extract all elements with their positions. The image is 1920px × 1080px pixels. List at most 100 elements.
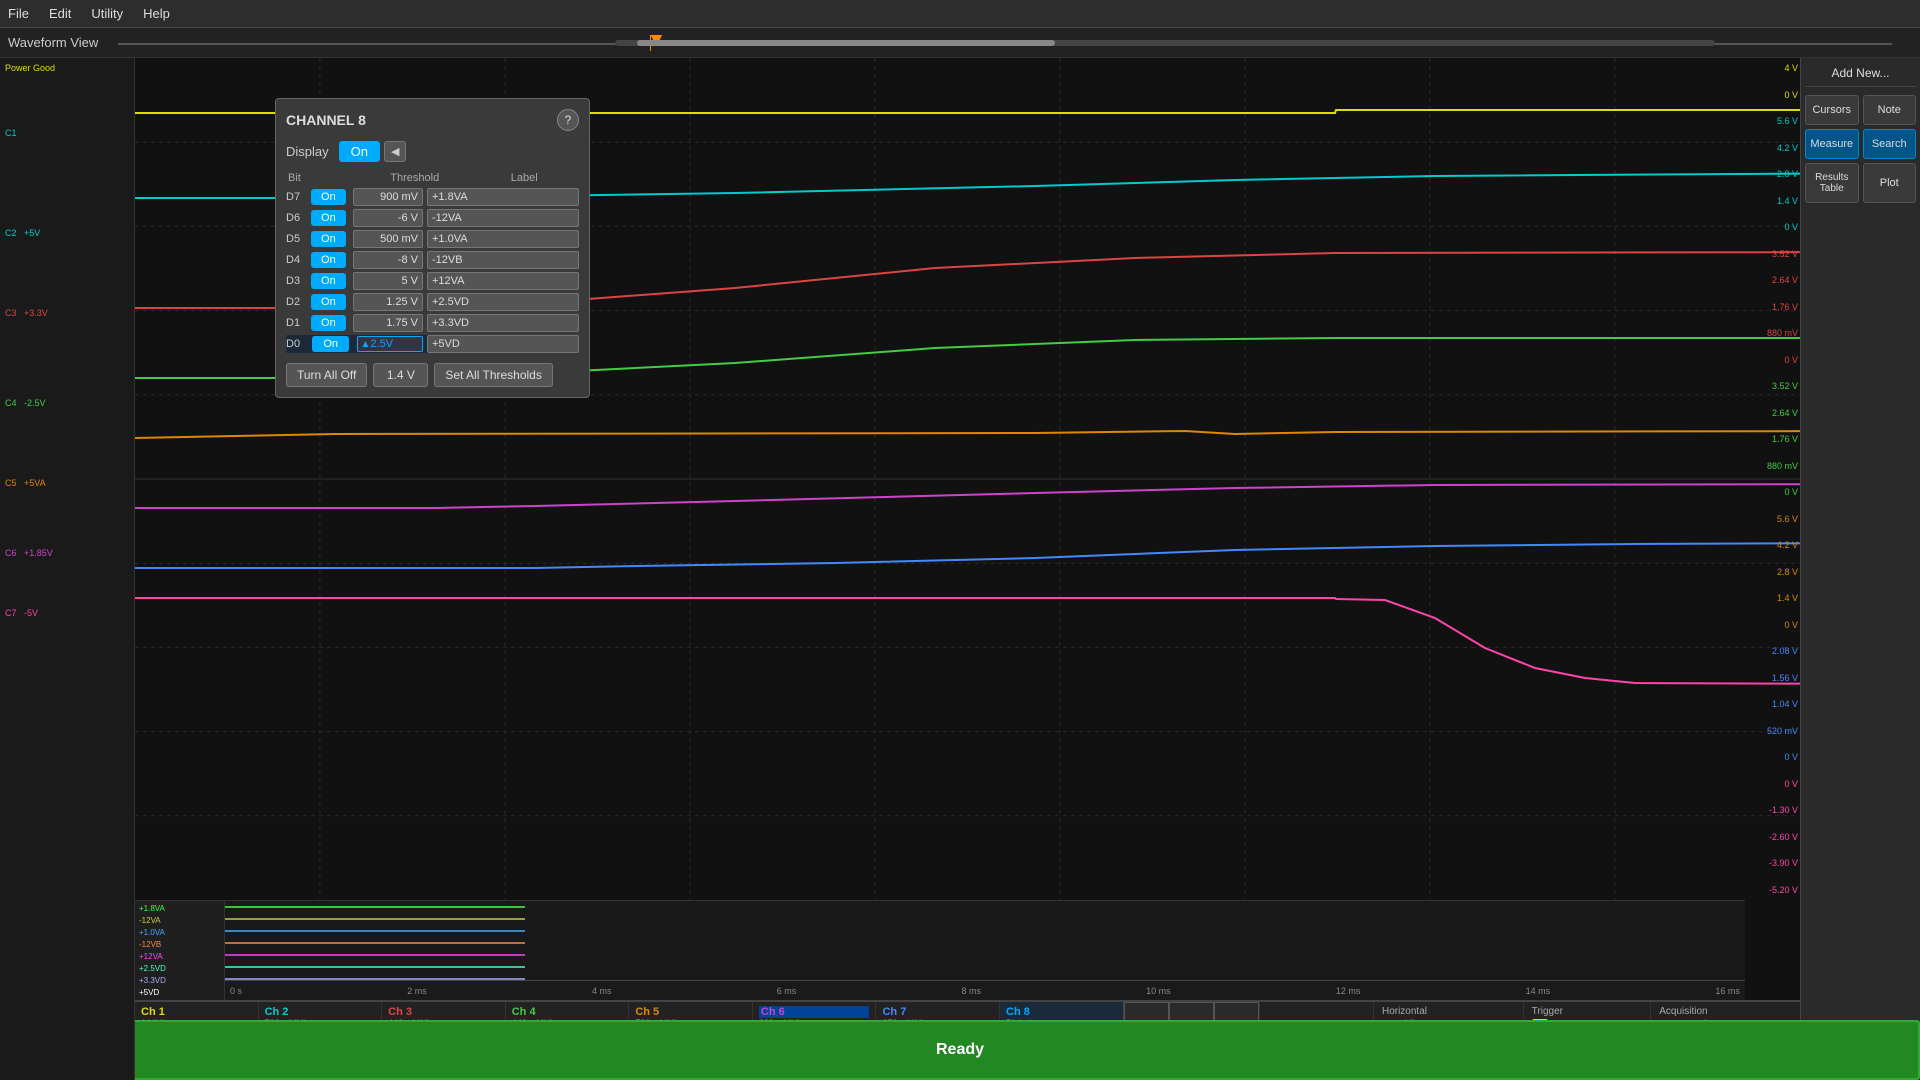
ch2-id: Ch 2 bbox=[265, 1006, 376, 1018]
d2-threshold[interactable] bbox=[353, 293, 423, 311]
time-7: 14 ms bbox=[1526, 986, 1551, 996]
d7-label[interactable] bbox=[427, 188, 579, 206]
time-8: 16 ms bbox=[1715, 986, 1740, 996]
d4-label[interactable] bbox=[427, 251, 579, 269]
c4-label: C4 -2.5V bbox=[5, 398, 46, 408]
d7-on-btn[interactable]: On bbox=[311, 189, 346, 205]
d6-on-btn[interactable]: On bbox=[311, 210, 346, 226]
d6-threshold[interactable] bbox=[353, 209, 423, 227]
d6-name: D6 bbox=[286, 212, 311, 224]
search-btn[interactable]: Search bbox=[1863, 129, 1917, 159]
d0-arrow-icon: ▲ bbox=[361, 339, 371, 350]
ch8-id: Ch 8 bbox=[1006, 1006, 1117, 1018]
ch6-id: Ch 6 bbox=[759, 1006, 870, 1018]
d1-label[interactable] bbox=[427, 314, 579, 332]
time-0: 0 s bbox=[230, 986, 242, 996]
note-btn[interactable]: Note bbox=[1863, 95, 1917, 125]
cursors-btn[interactable]: Cursors bbox=[1805, 95, 1859, 125]
time-5: 10 ms bbox=[1146, 986, 1171, 996]
plot-btn[interactable]: Plot bbox=[1863, 163, 1917, 203]
ch7-id: Ch 7 bbox=[882, 1006, 993, 1018]
trigger-title: Trigger bbox=[1532, 1006, 1643, 1017]
bit-row-d1: D1 On bbox=[286, 314, 579, 332]
d6-label[interactable] bbox=[427, 209, 579, 227]
menu-edit[interactable]: Edit bbox=[49, 6, 71, 21]
d0-label[interactable] bbox=[427, 335, 579, 353]
menu-help[interactable]: Help bbox=[143, 6, 170, 21]
d5-on-btn[interactable]: On bbox=[311, 231, 346, 247]
col-bit: Bit bbox=[288, 172, 316, 184]
menu-utility[interactable]: Utility bbox=[91, 6, 123, 21]
c2-label: C2 +5V bbox=[5, 228, 40, 238]
c3-label: C3 +3.3V bbox=[5, 308, 48, 318]
ds-label-6: +3.3VD bbox=[139, 976, 220, 985]
c5-label: C5 +5VA bbox=[5, 478, 46, 488]
menu-bar: File Edit Utility Help bbox=[0, 0, 1920, 28]
d7-threshold[interactable] bbox=[353, 188, 423, 206]
ds-label-4: +12VA bbox=[139, 952, 220, 961]
time-4: 8 ms bbox=[961, 986, 981, 996]
ready-btn[interactable]: Ready bbox=[0, 1020, 1920, 1080]
channel8-dialog: CHANNEL 8 ? Display On ◀ Bit Threshold L… bbox=[275, 98, 590, 398]
d0-threshold-active[interactable] bbox=[370, 338, 415, 350]
d1-threshold[interactable] bbox=[353, 314, 423, 332]
time-1: 2 ms bbox=[407, 986, 427, 996]
c6-label: C6 +1.85V bbox=[5, 548, 53, 558]
bit-row-d4: D4 On bbox=[286, 251, 579, 269]
d1-on-btn[interactable]: On bbox=[311, 315, 346, 331]
d2-name: D2 bbox=[286, 296, 311, 308]
menu-file[interactable]: File bbox=[8, 6, 29, 21]
ds-label-5: +2.5VD bbox=[139, 964, 220, 973]
ds-label-2: +1.0VA bbox=[139, 928, 220, 937]
col-threshold: Threshold bbox=[362, 172, 468, 184]
waveform-view-title: Waveform View bbox=[8, 35, 98, 50]
help-button[interactable]: ? bbox=[557, 109, 579, 131]
time-3: 6 ms bbox=[777, 986, 797, 996]
ch1-id: Ch 1 bbox=[141, 1006, 252, 1018]
bit-row-d5: D5 On bbox=[286, 230, 579, 248]
d2-label[interactable] bbox=[427, 293, 579, 311]
time-2: 4 ms bbox=[592, 986, 612, 996]
horizontal-title: Horizontal bbox=[1382, 1006, 1515, 1017]
d1-name: D1 bbox=[286, 317, 311, 329]
d3-label[interactable] bbox=[427, 272, 579, 290]
time-axis: 0 s 2 ms 4 ms 6 ms 8 ms 10 ms 12 ms 14 m… bbox=[225, 980, 1745, 1000]
d0-name: D0 bbox=[286, 338, 312, 350]
ch3-id: Ch 3 bbox=[388, 1006, 499, 1018]
results-table-btn[interactable]: ResultsTable bbox=[1805, 163, 1859, 203]
bit-row-d7: D7 On bbox=[286, 188, 579, 206]
bit-row-d0: D0 On ▲ bbox=[286, 335, 579, 353]
turn-all-off-btn[interactable]: Turn All Off bbox=[286, 363, 367, 387]
bit-row-d2: D2 On bbox=[286, 293, 579, 311]
ch1-left-label: Power Good bbox=[5, 63, 55, 73]
d7-name: D7 bbox=[286, 191, 311, 203]
bit-row-d6: D6 On bbox=[286, 209, 579, 227]
d4-on-btn[interactable]: On bbox=[311, 252, 346, 268]
d2-on-btn[interactable]: On bbox=[311, 294, 346, 310]
d3-on-btn[interactable]: On bbox=[311, 273, 346, 289]
display-on-button[interactable]: On bbox=[339, 141, 380, 162]
ch4-id: Ch 4 bbox=[512, 1006, 623, 1018]
c7-label: C7 -5V bbox=[5, 608, 38, 618]
right-panel: Add New... Cursors Note Measure Search R… bbox=[1800, 58, 1920, 1080]
d0-on-btn[interactable]: On bbox=[312, 336, 349, 352]
vertical-scale: 4 V 0 V 5.6 V 4.2 V 2.8 V 1.4 V 0 V 3.52… bbox=[1745, 58, 1800, 900]
d4-name: D4 bbox=[286, 254, 311, 266]
ds-label-0: +1.8VA bbox=[139, 904, 220, 913]
ch8-dialog-title: CHANNEL 8 bbox=[286, 112, 366, 128]
d3-name: D3 bbox=[286, 275, 311, 287]
set-all-thresholds-btn[interactable]: Set All Thresholds bbox=[434, 363, 553, 387]
display-label: Display bbox=[286, 144, 329, 159]
d5-label[interactable] bbox=[427, 230, 579, 248]
d4-threshold[interactable] bbox=[353, 251, 423, 269]
measure-btn[interactable]: Measure bbox=[1805, 129, 1859, 159]
c1-label: C1 bbox=[5, 128, 17, 138]
display-toggle[interactable]: ◀ bbox=[384, 141, 406, 162]
ds-label-1: -12VA bbox=[139, 916, 220, 925]
add-new-title: Add New... bbox=[1805, 66, 1916, 87]
d3-threshold[interactable] bbox=[353, 272, 423, 290]
ds-label-7: +5VD bbox=[139, 988, 220, 997]
bit-row-d3: D3 On bbox=[286, 272, 579, 290]
d5-threshold[interactable] bbox=[353, 230, 423, 248]
acq-title: Acquisition bbox=[1659, 1006, 1792, 1017]
